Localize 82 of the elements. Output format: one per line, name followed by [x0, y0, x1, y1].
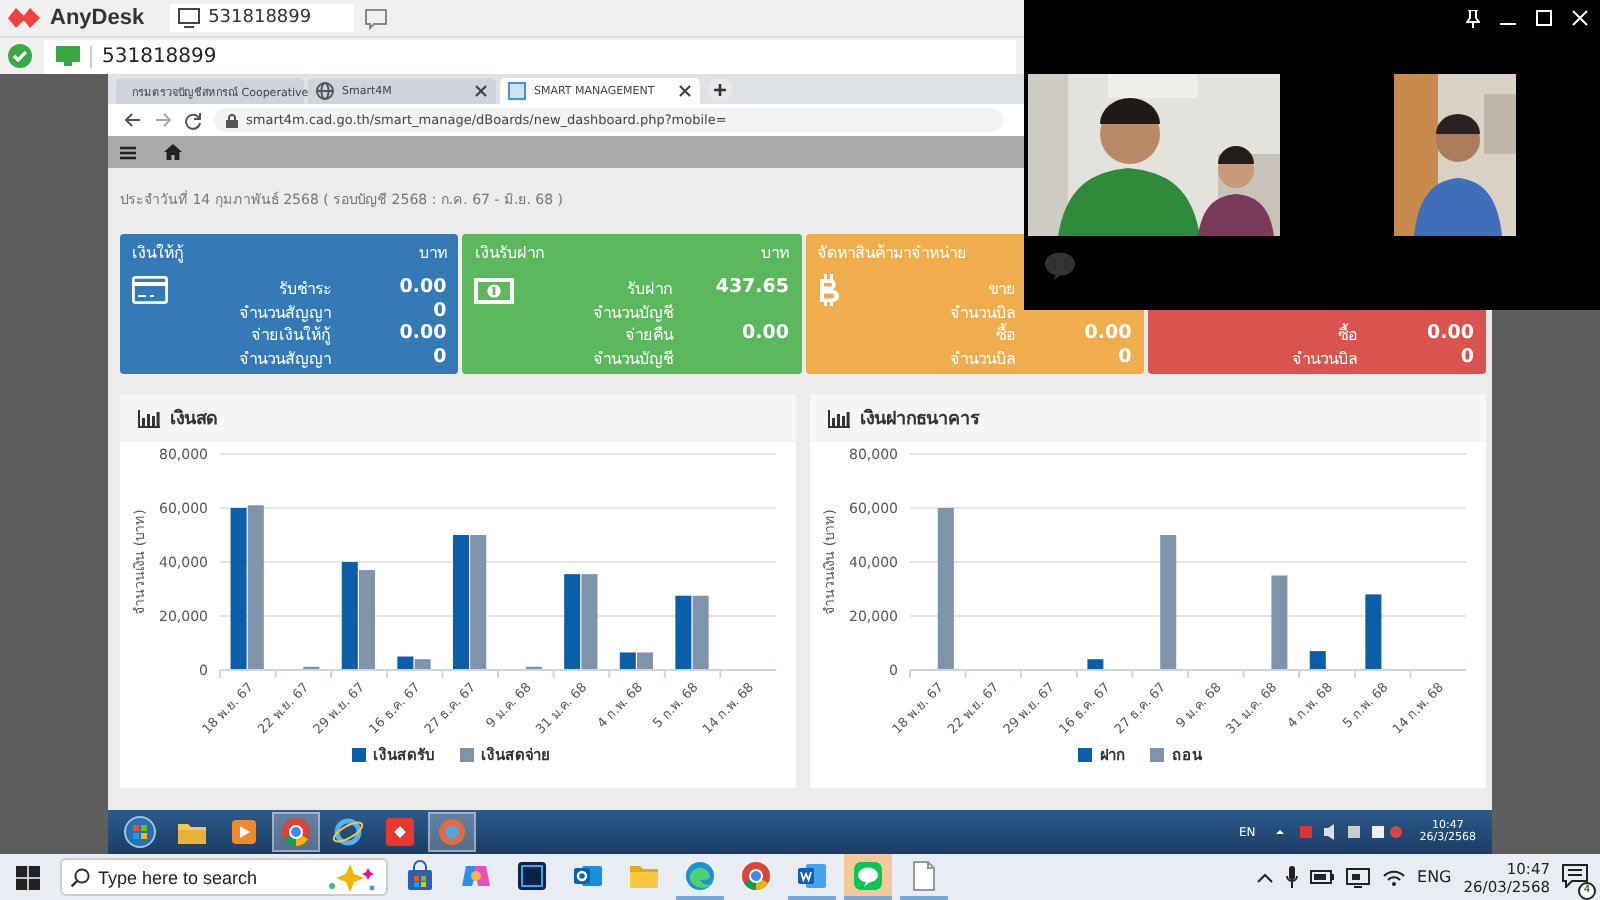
stat-value: 0 [1458, 345, 1474, 368]
notification-icon[interactable] [1562, 863, 1588, 887]
unit-label: บาท [418, 242, 447, 266]
play-icon [228, 816, 260, 848]
stat-label: จำนวนบัญชี [591, 347, 673, 368]
chat-icon [852, 859, 884, 891]
stat-value: 0 [1116, 345, 1132, 368]
file-icon [908, 859, 940, 891]
pin-icon[interactable] [1466, 10, 1480, 28]
language-indicator[interactable]: ENG [1417, 868, 1452, 886]
chat-bubble-icon [1044, 252, 1076, 280]
stat-value: 0.00 [740, 322, 789, 345]
address-tab[interactable]: 531818899 [170, 4, 355, 32]
session-field[interactable]: 531818899 [44, 39, 1016, 73]
display-icon[interactable] [1345, 867, 1370, 887]
store-icon [404, 859, 436, 891]
search-icon [70, 867, 90, 887]
diamond-logo-icon [8, 6, 40, 30]
document-icon [796, 859, 828, 891]
search-box[interactable]: Type here to search [60, 858, 388, 896]
reload-icon[interactable] [184, 111, 202, 129]
tray-icons-drawing [1271, 824, 1404, 840]
monitor-icon [178, 8, 201, 28]
stat-label: รับชำระ [276, 278, 331, 299]
new-tab-icon[interactable] [708, 78, 732, 102]
stat-label: ซื้อ [993, 322, 1016, 345]
banknote-icon [474, 278, 515, 304]
stat-label: จำนวนบิล [947, 301, 1016, 322]
stat-value: 0.00 [397, 276, 447, 299]
sparkle-icon [326, 863, 378, 891]
stat-label: ซื้อ [1336, 322, 1358, 345]
monitor-icon [56, 46, 80, 66]
check-icon [8, 44, 32, 68]
bar-chart-icon [828, 409, 850, 427]
card-title: เงินรับฝาก [474, 242, 545, 266]
card-title: เงินให้กู้ [132, 241, 184, 266]
card-title: จัดหาสินค้ามาจำหน่าย [817, 242, 967, 266]
stat-label: จำนวนบัญชี [591, 301, 673, 322]
start-icon [124, 816, 156, 848]
browser-icon [740, 859, 772, 891]
stat-label: รับฝาก [625, 278, 673, 299]
page-icon [508, 82, 526, 100]
stat-value: 0.00 [397, 322, 447, 345]
credit-card-icon [132, 276, 168, 304]
stat-label: จำนวนสัญญา [236, 301, 331, 322]
search-field[interactable]: Type here to search [98, 867, 318, 887]
stat-value: 0.00 [1425, 322, 1474, 345]
chevron-up-icon[interactable] [1255, 871, 1274, 883]
app-icon [516, 859, 548, 891]
close-icon[interactable] [474, 84, 488, 98]
stat-value: 0 [431, 345, 447, 368]
globe-icon [316, 82, 334, 100]
stat-label: จ่ายเงินให้กู้ [248, 323, 331, 345]
microphone-icon[interactable] [1285, 866, 1298, 888]
stat-value: 0 [431, 299, 447, 322]
browser-icon [332, 816, 364, 848]
bar-chart-icon [138, 409, 160, 427]
coin-icon [817, 274, 841, 306]
app-icon [436, 816, 468, 848]
stat-value: 437.65 [713, 276, 789, 299]
stat-label: จำนวนสัญญา [236, 347, 331, 368]
stat-value: 0.00 [1082, 322, 1132, 345]
remote-desktop-icon [384, 816, 416, 848]
maximize-icon[interactable] [1536, 10, 1552, 26]
stat-label: จำนวนบิล [947, 347, 1016, 368]
stat-label: จ่ายคืน [623, 324, 673, 345]
menu-icon[interactable] [120, 145, 136, 159]
stat-label: จำนวนบิล [1290, 347, 1358, 368]
back-icon[interactable] [124, 112, 142, 128]
start-icon[interactable] [16, 865, 40, 889]
lock-icon [226, 113, 238, 127]
close-icon[interactable] [678, 84, 692, 98]
app-name: AnyDesk [50, 6, 145, 30]
browser-icon [684, 859, 716, 891]
battery-icon[interactable] [1309, 870, 1334, 884]
stat-label: ขาย [985, 278, 1016, 299]
wifi-icon[interactable] [1381, 868, 1406, 886]
home-icon[interactable] [164, 144, 182, 160]
panel-title: เงินสด [170, 406, 218, 432]
browser-icon [280, 816, 312, 848]
unit-label: บาท [761, 242, 789, 266]
panel-title: เงินฝากธนาคาร [860, 406, 980, 432]
